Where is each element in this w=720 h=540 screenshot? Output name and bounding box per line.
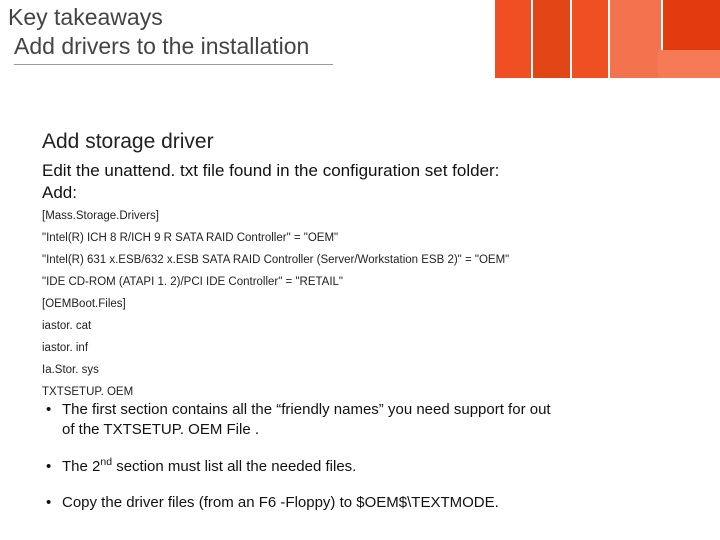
bullet-2: The 2nd section must list all the needed…	[46, 457, 686, 477]
bullet-2-text-a: The 2	[62, 458, 100, 475]
stripe	[533, 0, 569, 78]
code-line: iastor. cat	[42, 320, 700, 332]
stripe	[495, 0, 531, 78]
stripe	[610, 0, 661, 78]
code-line: "Intel(R) 631 x.ESB/632 x.ESB SATA RAID …	[42, 254, 700, 266]
desc-line1: Edit the unattend. txt file found in the…	[42, 161, 499, 180]
bullet-2-sup: nd	[100, 456, 112, 468]
title-line2: Add drivers to the installation	[14, 33, 333, 65]
bullet-1: The first section contains all the “frie…	[46, 400, 686, 441]
bullet-1-text-b: of the TXTSETUP. OEM File .	[62, 420, 686, 440]
bullet-2-text-b: section must list all the needed files.	[112, 458, 356, 475]
code-line: TXTSETUP. OEM	[42, 386, 700, 398]
stripe	[663, 0, 720, 78]
code-line: iastor. inf	[42, 342, 700, 354]
code-line: "IDE CD-ROM (ATAPI 1. 2)/PCI IDE Control…	[42, 276, 700, 288]
title-line1: Key takeaways	[8, 4, 333, 31]
code-line: Ia.Stor. sys	[42, 364, 700, 376]
bullet-3: Copy the driver files (from an F6 -Flopp…	[46, 493, 686, 513]
title-block: Key takeaways Add drivers to the install…	[8, 4, 333, 65]
code-line: [OEMBoot.Files]	[42, 298, 700, 310]
bullets: The first section contains all the “frie…	[46, 400, 686, 529]
header-decoration	[495, 0, 720, 78]
description: Edit the unattend. txt file found in the…	[42, 160, 499, 204]
slide: Key takeaways Add drivers to the install…	[0, 0, 720, 540]
code-line: "Intel(R) ICH 8 R/ICH 9 R SATA RAID Cont…	[42, 232, 700, 244]
stripe	[572, 0, 608, 78]
code-line: [Mass.Storage.Drivers]	[42, 210, 700, 222]
bullet-1-text-a: The first section contains all the “frie…	[62, 401, 551, 418]
subtitle: Add storage driver	[42, 130, 214, 154]
bullet-3-text: Copy the driver files (from an F6 -Flopp…	[62, 494, 499, 511]
code-block: [Mass.Storage.Drivers] "Intel(R) ICH 8 R…	[42, 210, 700, 408]
desc-line2: Add:	[42, 183, 77, 202]
